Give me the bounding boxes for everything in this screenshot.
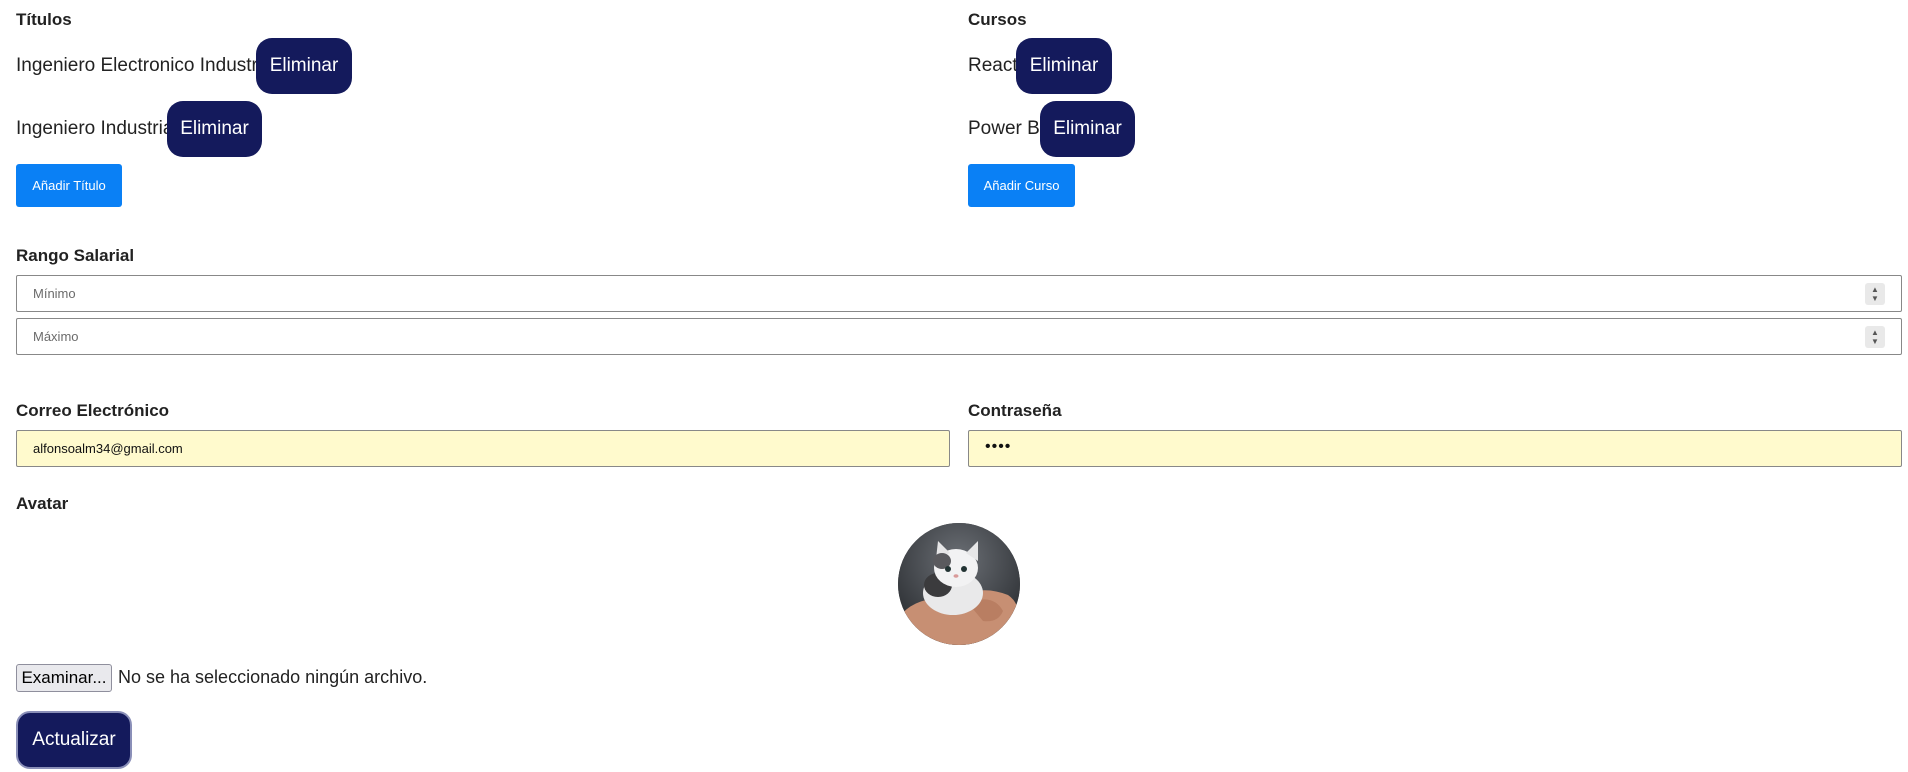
delete-titulo-button[interactable]: Eliminar <box>167 101 262 157</box>
password-value: •••• <box>985 438 1012 455</box>
email-value: alfonsoalm34@gmail.com <box>33 441 183 456</box>
delete-curso-button[interactable]: Eliminar <box>1016 38 1112 94</box>
curso-item-label: Power Bi <box>968 118 1045 139</box>
avatar-heading: Avatar <box>16 494 69 513</box>
update-button[interactable]: Actualizar <box>16 711 132 769</box>
salario-min-input[interactable]: Mínimo ▲ ▼ <box>16 275 1902 312</box>
delete-curso-button[interactable]: Eliminar <box>1040 101 1135 157</box>
avatar-image <box>898 523 1020 645</box>
add-curso-button[interactable]: Añadir Curso <box>968 164 1075 207</box>
salario-max-placeholder: Máximo <box>33 329 79 344</box>
salario-min-placeholder: Mínimo <box>33 286 76 301</box>
cursos-heading: Cursos <box>968 10 1027 29</box>
titulo-item-label: Ingeniero Industrial <box>16 118 178 139</box>
kitten-photo <box>898 523 1020 645</box>
curso-item-label: React <box>968 55 1018 76</box>
correo-heading: Correo Electrónico <box>16 401 170 420</box>
add-titulo-button[interactable]: Añadir Título <box>16 164 122 207</box>
browse-file-button[interactable]: Examinar... <box>16 664 112 692</box>
email-field[interactable]: alfonsoalm34@gmail.com <box>16 430 950 467</box>
salario-heading: Rango Salarial <box>16 246 135 265</box>
spinner-icon[interactable]: ▲ ▼ <box>1865 283 1885 305</box>
spinner-icon[interactable]: ▲ ▼ <box>1865 326 1885 348</box>
file-status-text: No se ha seleccionado ningún archivo. <box>118 667 428 687</box>
password-field[interactable]: •••• <box>968 430 1902 467</box>
titulos-heading: Títulos <box>16 10 72 29</box>
delete-titulo-button[interactable]: Eliminar <box>256 38 352 94</box>
salario-max-input[interactable]: Máximo ▲ ▼ <box>16 318 1902 355</box>
contrasena-heading: Contraseña <box>968 401 1062 420</box>
titulo-item-label: Ingeniero Electronico Industrial <box>16 55 277 76</box>
